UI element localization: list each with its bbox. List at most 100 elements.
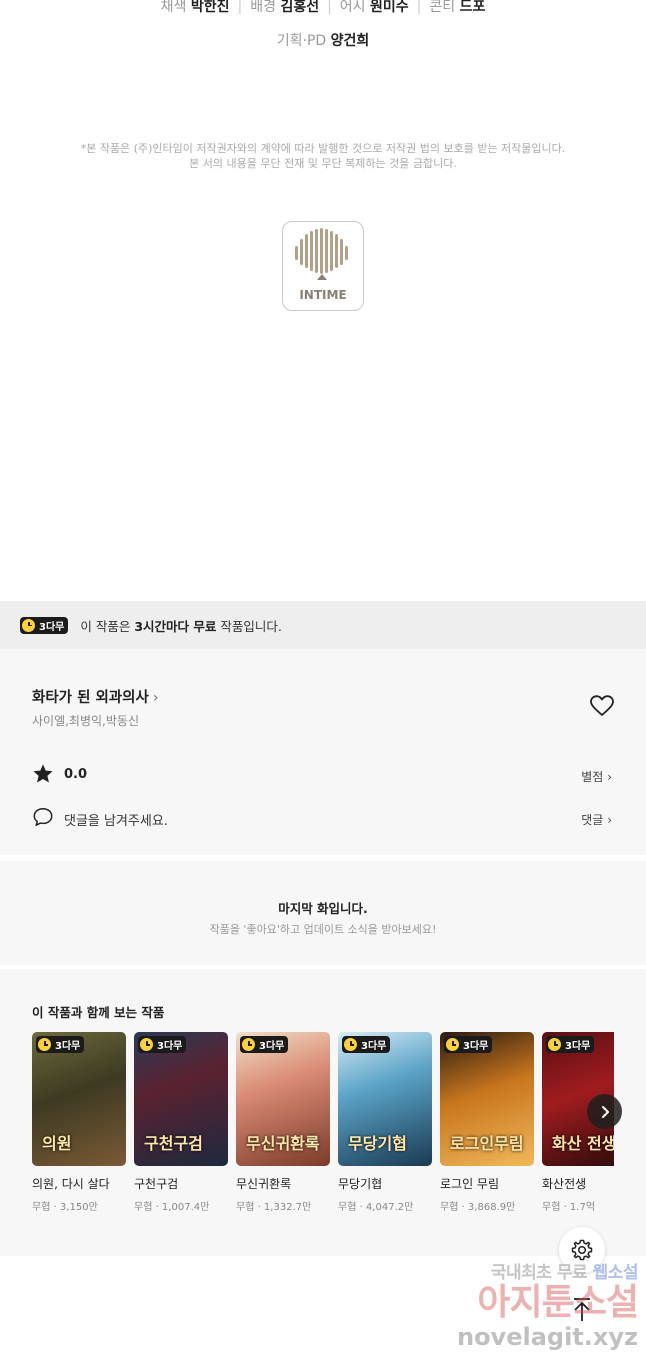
last-episode-sub: 작품을 '좋아요'하고 업데이트 소식을 받아보세요! (209, 923, 437, 936)
credit-name: 양건희 (330, 33, 370, 49)
card-meta: 무협 · 1,007.4만 (134, 1202, 210, 1213)
card-meta: 무협 · 3,150만 (32, 1202, 98, 1213)
clock-icon (344, 1038, 357, 1051)
free-wait-badge: 3다무 (240, 1036, 289, 1053)
watermark-line-2: 아지툰소설 (477, 1282, 639, 1323)
badge-label: 3다무 (259, 1041, 285, 1052)
free-wait-badge: 3다무 (36, 1036, 85, 1053)
badge-label: 3다무 (39, 621, 65, 633)
credit-separator: | (237, 0, 243, 15)
card-meta: 무협 · 3,868.9만 (440, 1202, 516, 1213)
credits-line-1: 채색 박한진 | 배경 김홍선 | 어시 원미수 | 콘티 드포 (0, 0, 646, 16)
comment-link[interactable]: 댓글 › (581, 811, 612, 828)
credit-role: 채색 (160, 0, 187, 15)
cover-image[interactable]: 3다무 구천구검 (134, 1032, 228, 1166)
series-authors: 사이엘,최병익,박동신 (32, 714, 139, 728)
cover-art-title: 무신귀환록 (246, 1134, 320, 1153)
heart-icon (590, 695, 614, 716)
free-wait-banner: 3다무 이 작품은 3시간마다 무료 작품입니다. (0, 601, 646, 649)
free-wait-badge: 3다무 (546, 1036, 595, 1053)
clock-icon (548, 1038, 561, 1051)
badge-label: 3다무 (55, 1041, 81, 1052)
cover-art-title: 화산 전생 (552, 1134, 614, 1153)
last-episode-panel: 마지막 화입니다. 작품을 '좋아요'하고 업데이트 소식을 받아보세요! (0, 855, 646, 965)
rating-score: 0.0 (64, 767, 88, 782)
credit-name: 드포 (459, 0, 486, 15)
rating-link[interactable]: 별점 › (581, 768, 612, 785)
site-watermark: 국내최초 무료 웹소설 아지툰소설 novelagit.xyz (438, 1258, 639, 1351)
cover-art-title: 로그인무림 (450, 1134, 524, 1153)
credit-role: 어시 (339, 0, 366, 15)
credit-role: 콘티 (429, 0, 456, 15)
speech-bubble-icon (33, 808, 53, 826)
card-title[interactable]: 무신귀환록 (236, 1175, 291, 1192)
chevron-right-icon: › (152, 690, 159, 706)
card-title[interactable]: 의원, 다시 살다 (32, 1175, 110, 1192)
cover-image[interactable]: 3다무 로그인무림 (440, 1032, 534, 1166)
card-meta: 무협 · 4,047.2만 (338, 1202, 414, 1213)
chevron-right-icon (601, 1105, 609, 1118)
chevron-right-icon: › (607, 770, 612, 784)
card-title[interactable]: 화산전생 (542, 1175, 586, 1192)
card-meta: 무협 · 1,332.7만 (236, 1202, 312, 1213)
recommendations-heading: 이 작품과 함께 보는 작품 (32, 1005, 165, 1020)
card-meta: 무협 · 1.7억 (542, 1202, 596, 1213)
card-title[interactable]: 무당기협 (338, 1175, 382, 1192)
badge-label: 3다무 (157, 1041, 183, 1052)
badge-label: 3다무 (565, 1041, 591, 1052)
rating-link-label[interactable]: 별점 (581, 770, 603, 784)
series-title-link[interactable]: 화타가 된 외과의사 › (32, 686, 159, 707)
free-wait-text-b: 작품입니다. (216, 618, 282, 634)
logo-text: INTIME (299, 288, 347, 302)
free-wait-badge: 3다무 (138, 1036, 187, 1053)
badge-label: 3다무 (361, 1041, 387, 1052)
intime-logo: INTIME (282, 221, 364, 311)
notice-line-2: 본 서의 내용을 무단 전재 및 무단 복제하는 것을 금합니다. (189, 157, 457, 170)
watermark-line-3: novelagit.xyz (456, 1323, 638, 1351)
credit-name: 김홍선 (280, 0, 320, 15)
clock-icon (22, 618, 35, 632)
cover-art-title: 구천구검 (144, 1134, 203, 1153)
rating-row: 0.0 별점 › (32, 763, 612, 787)
notice-line-1: *본 작품은 (주)인타임이 저작권자와의 계약에 따라 발행한 것으로 저작권… (80, 142, 566, 155)
like-button[interactable] (590, 695, 614, 721)
cover-image[interactable]: 3다무 의원 (32, 1032, 126, 1166)
comment-link-label[interactable]: 댓글 (581, 813, 603, 827)
clock-icon (140, 1038, 153, 1051)
cover-image[interactable]: 3다무 무신귀환록 (236, 1032, 330, 1166)
credit-name: 원미수 (370, 0, 409, 15)
card-title[interactable]: 구천구검 (134, 1175, 178, 1192)
watermark-tagline-highlight: 웹소설 (592, 1263, 639, 1283)
free-wait-badge: 3다무 (20, 616, 69, 634)
badge-label: 3다무 (463, 1041, 489, 1052)
comment-row[interactable]: 댓글을 남겨주세요. 댓글 › (32, 806, 612, 830)
cover-art-title: 무당기협 (348, 1134, 407, 1153)
last-episode-heading: 마지막 화입니다. (278, 901, 368, 916)
cover-image[interactable]: 3다무 무당기협 (338, 1032, 432, 1166)
intime-logo-icon (295, 228, 348, 280)
star-icon (33, 764, 53, 783)
chevron-right-icon: › (607, 813, 612, 827)
credit-separator: | (327, 0, 332, 15)
credit-separator: | (416, 0, 422, 15)
free-wait-text-a: 이 작품은 (80, 618, 135, 634)
free-wait-badge: 3다무 (444, 1036, 493, 1053)
watermark-line-1: 국내최초 무료 웹소설 (438, 1258, 639, 1283)
free-wait-text: 이 작품은 3시간마다 무료 작품입니다. (80, 616, 281, 635)
copyright-notice: *본 작품은 (주)인타임이 저작권자와의 계약에 따라 발행한 것으로 저작권… (0, 141, 646, 171)
comment-prompt[interactable]: 댓글을 남겨주세요. (64, 810, 168, 829)
series-title[interactable]: 화타가 된 외과의사 (32, 690, 149, 706)
carousel-next-button[interactable] (587, 1094, 622, 1129)
credits-line-2: 기획·PD 양건희 (0, 30, 646, 50)
free-wait-badge: 3다무 (342, 1036, 391, 1053)
credit-name: 박한진 (190, 0, 230, 15)
card-title[interactable]: 로그인 무림 (440, 1175, 499, 1192)
credit-role: 기획·PD (276, 33, 327, 49)
recommendations-panel: 이 작품과 함께 보는 작품 3다무 의원 의원, 다시 살다 무협 · 3,1… (0, 965, 646, 1256)
clock-icon (446, 1038, 459, 1051)
watermark-tagline: 국내최초 무료 (490, 1263, 593, 1283)
free-wait-text-bold: 3시간마다 무료 (134, 618, 217, 634)
clock-icon (242, 1038, 255, 1051)
credit-role: 배경 (250, 0, 276, 15)
recommendations-carousel: 3다무 의원 의원, 다시 살다 무협 · 3,150만 3다무 구천구검 구천… (32, 1032, 614, 1222)
